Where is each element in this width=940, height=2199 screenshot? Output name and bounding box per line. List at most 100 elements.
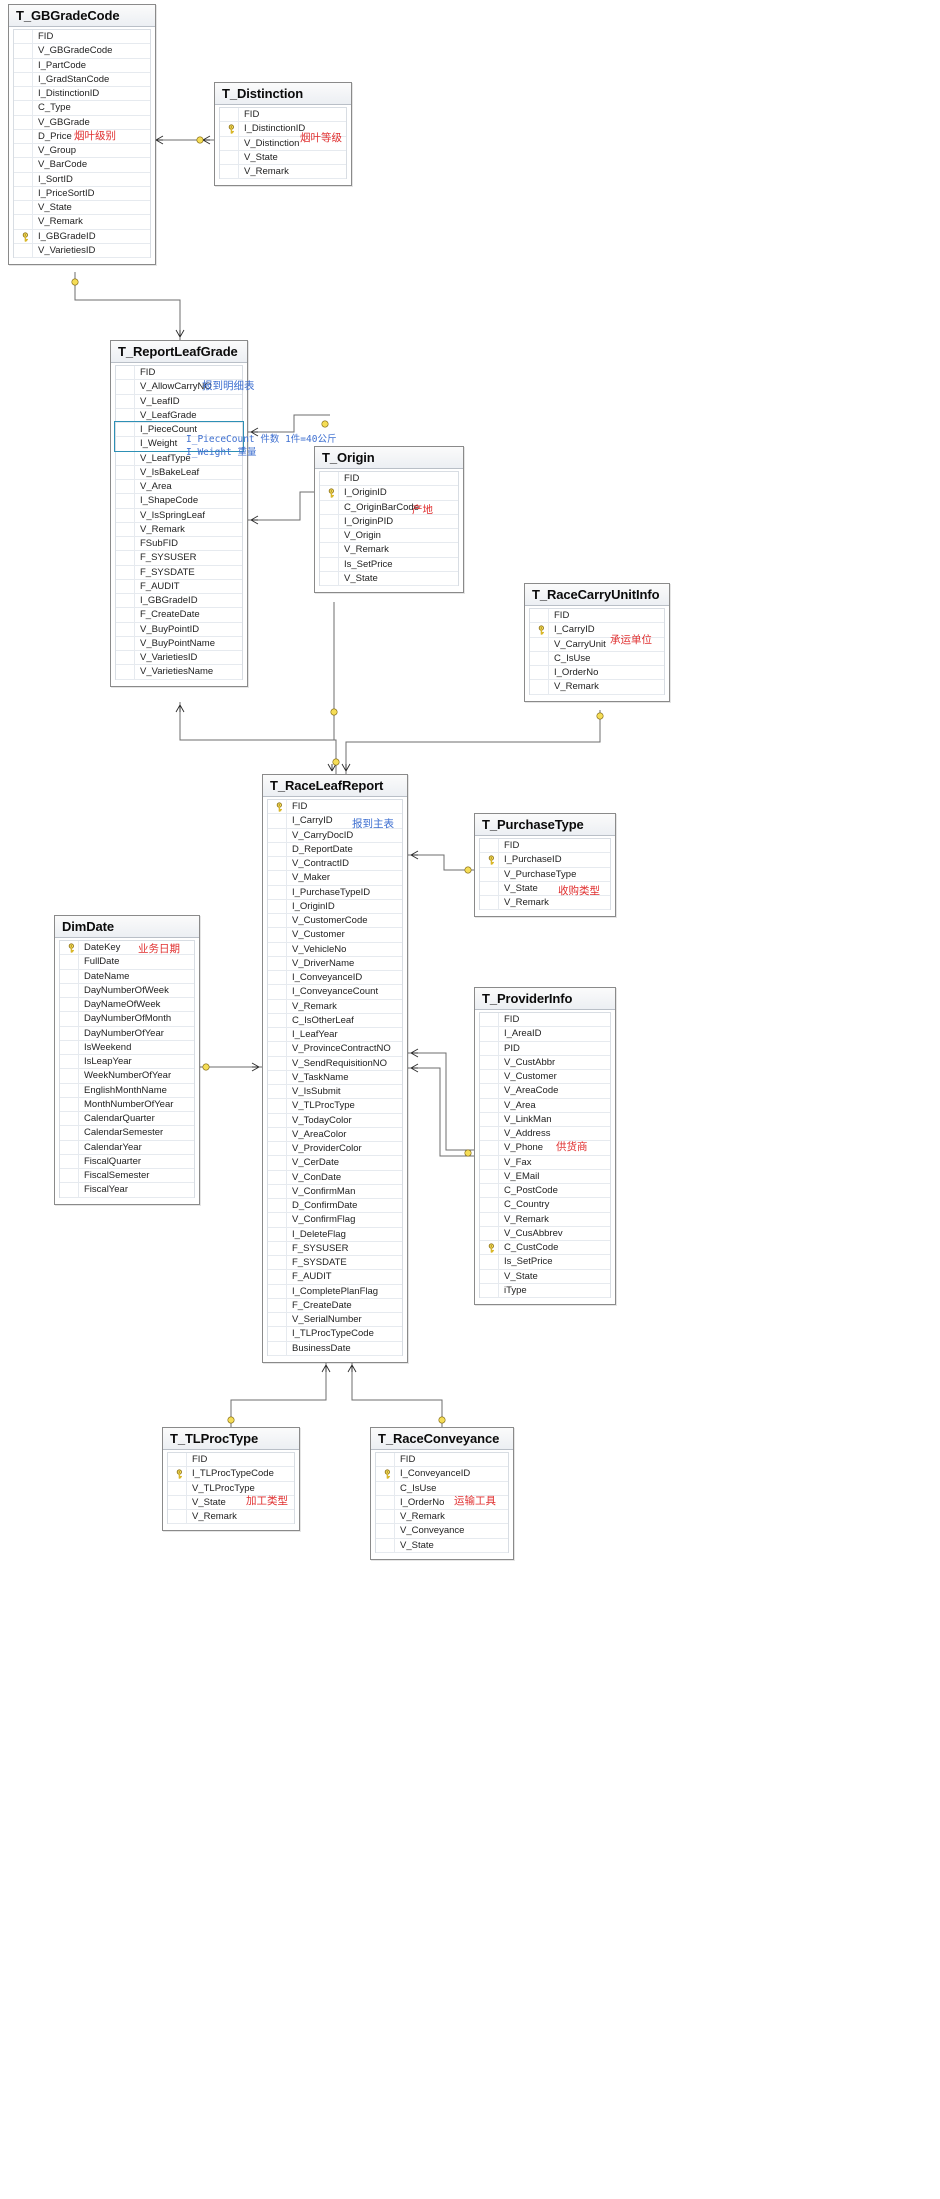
- field-row[interactable]: D_ConfirmDate: [268, 1199, 402, 1214]
- field-row[interactable]: V_Remark: [530, 680, 664, 695]
- field-row[interactable]: DayNumberOfMonth: [60, 1012, 194, 1027]
- field-row[interactable]: V_IsBakeLeaf: [116, 465, 242, 480]
- field-row[interactable]: CalendarSemester: [60, 1126, 194, 1141]
- field-row[interactable]: FID: [220, 108, 346, 123]
- entity-table-t-purchasetype[interactable]: T_PurchaseType FID I_PurchaseID V_PurchaseT…: [474, 813, 616, 918]
- field-row[interactable]: F_AUDIT: [268, 1270, 402, 1285]
- field-row[interactable]: Is_SetPrice: [480, 1255, 610, 1270]
- field-row[interactable]: V_Origin: [320, 529, 458, 544]
- field-row[interactable]: FiscalSemester: [60, 1169, 194, 1184]
- field-row[interactable]: I_TLProcTypeCode: [268, 1327, 402, 1342]
- field-row[interactable]: V_CustAbbr: [480, 1055, 610, 1070]
- field-row[interactable]: V_IsSubmit: [268, 1085, 402, 1100]
- field-row-primary-key[interactable]: FID: [268, 800, 402, 815]
- field-row[interactable]: V_Address: [480, 1127, 610, 1142]
- field-row[interactable]: V_EMail: [480, 1169, 610, 1184]
- field-row[interactable]: Is_SetPrice: [320, 557, 458, 572]
- entity-table-dimdate[interactable]: DimDate DateKey FullDate DateName DayNumberO…: [54, 915, 200, 1205]
- field-row[interactable]: DayNumberOfWeek: [60, 983, 194, 998]
- field-row[interactable]: V_AreaColor: [268, 1127, 402, 1142]
- field-row[interactable]: I_OrderNo: [530, 666, 664, 681]
- field-row[interactable]: I_CompletePlanFlag: [268, 1284, 402, 1299]
- field-row[interactable]: V_Remark: [14, 215, 150, 230]
- field-row[interactable]: I_GBGradeID: [116, 594, 242, 609]
- field-row[interactable]: V_LeafID: [116, 394, 242, 409]
- field-row[interactable]: FiscalQuarter: [60, 1154, 194, 1169]
- entity-table-t-origin[interactable]: T_Origin FID I_OriginID C_OriginBarCode I_Or…: [314, 446, 464, 593]
- field-row[interactable]: DayNumberOfYear: [60, 1026, 194, 1041]
- field-row[interactable]: C_OriginBarCode: [320, 500, 458, 515]
- field-row[interactable]: C_Type: [14, 101, 150, 116]
- field-row[interactable]: V_VehicleNo: [268, 942, 402, 957]
- field-row[interactable]: FSubFID: [116, 537, 242, 552]
- field-row[interactable]: V_TaskName: [268, 1070, 402, 1085]
- field-row[interactable]: BusinessDate: [268, 1341, 402, 1356]
- field-row[interactable]: I_PartCode: [14, 58, 150, 73]
- field-row[interactable]: FID: [14, 30, 150, 45]
- field-row[interactable]: FID: [530, 609, 664, 624]
- field-row-primary-key[interactable]: I_GBGradeID: [14, 229, 150, 244]
- field-row[interactable]: I_PurchaseTypeID: [268, 885, 402, 900]
- field-row-primary-key[interactable]: I_OriginID: [320, 486, 458, 501]
- field-row[interactable]: I_LeafYear: [268, 1028, 402, 1043]
- field-row[interactable]: V_Remark: [268, 999, 402, 1014]
- field-row-primary-key[interactable]: I_TLProcTypeCode: [168, 1467, 294, 1482]
- field-row[interactable]: FID: [168, 1453, 294, 1468]
- field-row[interactable]: V_Group: [14, 144, 150, 159]
- field-row[interactable]: V_LeafGrade: [116, 408, 242, 423]
- field-row[interactable]: V_VarietiesName: [116, 665, 242, 680]
- field-row[interactable]: V_TodayColor: [268, 1113, 402, 1128]
- field-row-primary-key[interactable]: I_ConveyanceID: [376, 1467, 508, 1482]
- field-row[interactable]: V_CustomerCode: [268, 914, 402, 929]
- field-row[interactable]: V_BuyPointID: [116, 622, 242, 637]
- field-row[interactable]: C_IsUse: [530, 651, 664, 666]
- field-row[interactable]: V_Remark: [376, 1510, 508, 1525]
- field-row[interactable]: V_Fax: [480, 1155, 610, 1170]
- field-row[interactable]: V_VarietiesID: [14, 243, 150, 258]
- field-row[interactable]: I_AreaID: [480, 1027, 610, 1042]
- entity-table-t-raceleafreport[interactable]: T_RaceLeafReport FID I_CarryID V_CarryDocID…: [262, 774, 408, 1363]
- field-row[interactable]: I_OriginID: [268, 899, 402, 914]
- field-row[interactable]: V_DriverName: [268, 956, 402, 971]
- field-row[interactable]: V_Remark: [480, 896, 610, 911]
- field-row[interactable]: C_Country: [480, 1198, 610, 1213]
- field-row[interactable]: V_State: [14, 201, 150, 216]
- field-row[interactable]: F_SYSUSER: [116, 551, 242, 566]
- field-row[interactable]: V_Area: [116, 480, 242, 495]
- field-row[interactable]: V_Remark: [320, 543, 458, 558]
- field-row[interactable]: V_PurchaseType: [480, 867, 610, 882]
- field-row[interactable]: CalendarQuarter: [60, 1112, 194, 1127]
- field-row[interactable]: I_ConveyanceID: [268, 971, 402, 986]
- field-row[interactable]: V_State: [376, 1538, 508, 1553]
- field-row[interactable]: C_IsOtherLeaf: [268, 1013, 402, 1028]
- field-row[interactable]: V_BarCode: [14, 158, 150, 173]
- field-row[interactable]: V_SendRequisitionNO: [268, 1056, 402, 1071]
- field-row[interactable]: V_CerDate: [268, 1156, 402, 1171]
- field-row[interactable]: V_TLProcType: [268, 1099, 402, 1114]
- field-row[interactable]: iType: [480, 1283, 610, 1298]
- field-row[interactable]: V_Customer: [480, 1070, 610, 1085]
- entity-table-t-providerinfo[interactable]: T_ProviderInfo FID I_AreaID PID V_CustAbbr V_…: [474, 987, 616, 1305]
- field-row[interactable]: V_Remark: [116, 522, 242, 537]
- field-row[interactable]: V_ConfirmMan: [268, 1184, 402, 1199]
- field-row[interactable]: DayNameOfWeek: [60, 998, 194, 1013]
- field-row[interactable]: IsWeekend: [60, 1040, 194, 1055]
- field-row[interactable]: V_Remark: [220, 165, 346, 180]
- field-row[interactable]: V_LinkMan: [480, 1112, 610, 1127]
- field-row[interactable]: V_GBGradeCode: [14, 44, 150, 59]
- field-row[interactable]: D_ReportDate: [268, 842, 402, 857]
- field-row[interactable]: V_State: [480, 1269, 610, 1284]
- field-row[interactable]: PID: [480, 1041, 610, 1056]
- field-row[interactable]: F_CreateDate: [268, 1298, 402, 1313]
- field-row[interactable]: I_SortID: [14, 172, 150, 187]
- field-row[interactable]: IsLeapYear: [60, 1055, 194, 1070]
- field-row[interactable]: FID: [480, 1013, 610, 1028]
- field-row[interactable]: V_Customer: [268, 928, 402, 943]
- field-row[interactable]: FID: [480, 839, 610, 854]
- field-row[interactable]: F_SYSDATE: [116, 565, 242, 580]
- field-row[interactable]: I_PriceSortID: [14, 186, 150, 201]
- field-row[interactable]: V_IsSpringLeaf: [116, 508, 242, 523]
- field-row[interactable]: F_AUDIT: [116, 579, 242, 594]
- field-row[interactable]: MonthNumberOfYear: [60, 1097, 194, 1112]
- field-row[interactable]: V_Phone: [480, 1141, 610, 1156]
